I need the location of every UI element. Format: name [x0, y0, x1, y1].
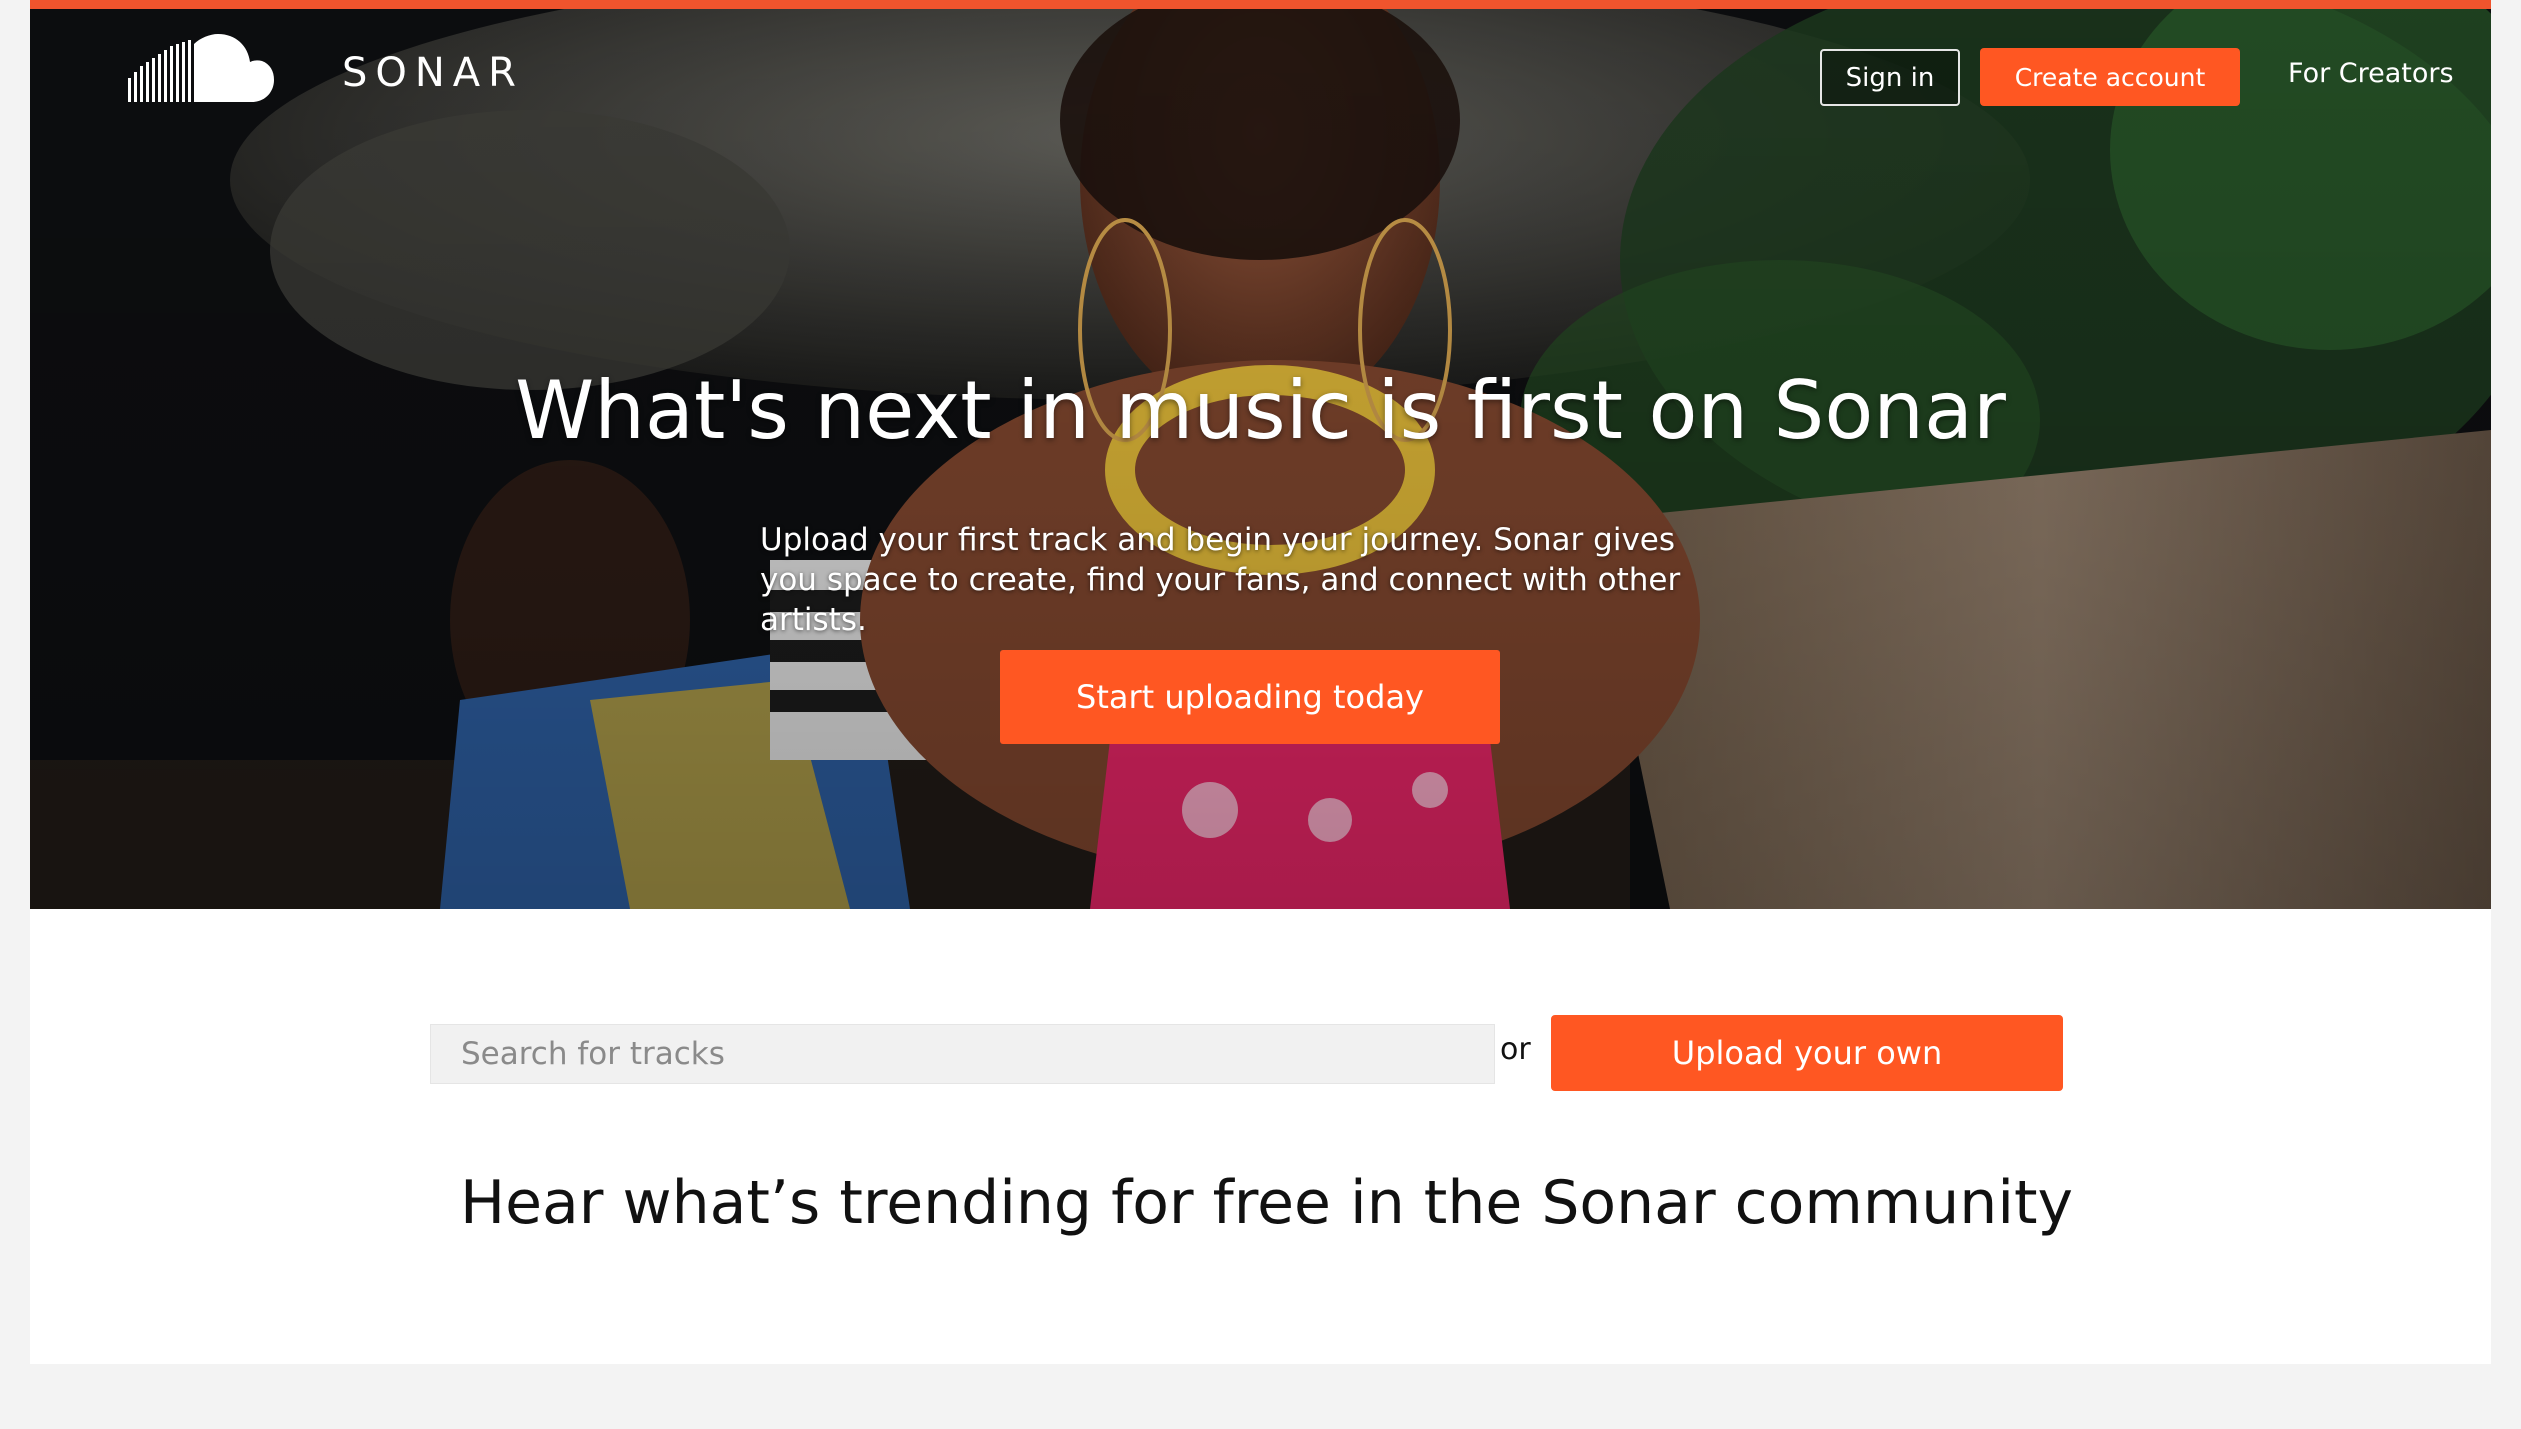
top-accent-bar [30, 0, 2491, 9]
hero-title: What's next in music is first on Sonar [515, 364, 2006, 457]
hero-section: SONAR Sign in Create account For Creator… [30, 0, 2491, 909]
upload-your-own-button[interactable]: Upload your own [1551, 1015, 2063, 1091]
sign-in-button[interactable]: Sign in [1820, 49, 1960, 106]
page: SONAR Sign in Create account For Creator… [30, 0, 2491, 1364]
hero-subtitle: Upload your first track and begin your j… [760, 522, 1681, 638]
for-creators-link[interactable]: For Creators [2288, 58, 2454, 89]
search-tracks-input[interactable] [430, 1024, 1495, 1084]
brand-wordmark[interactable]: SONAR [342, 50, 524, 96]
cloud-waveform-icon[interactable] [126, 34, 274, 108]
trending-heading: Hear what’s trending for free in the Son… [460, 1168, 2074, 1238]
or-separator: or [1500, 1032, 1531, 1067]
create-account-button[interactable]: Create account [1980, 48, 2240, 106]
start-uploading-button[interactable]: Start uploading today [1000, 650, 1500, 744]
